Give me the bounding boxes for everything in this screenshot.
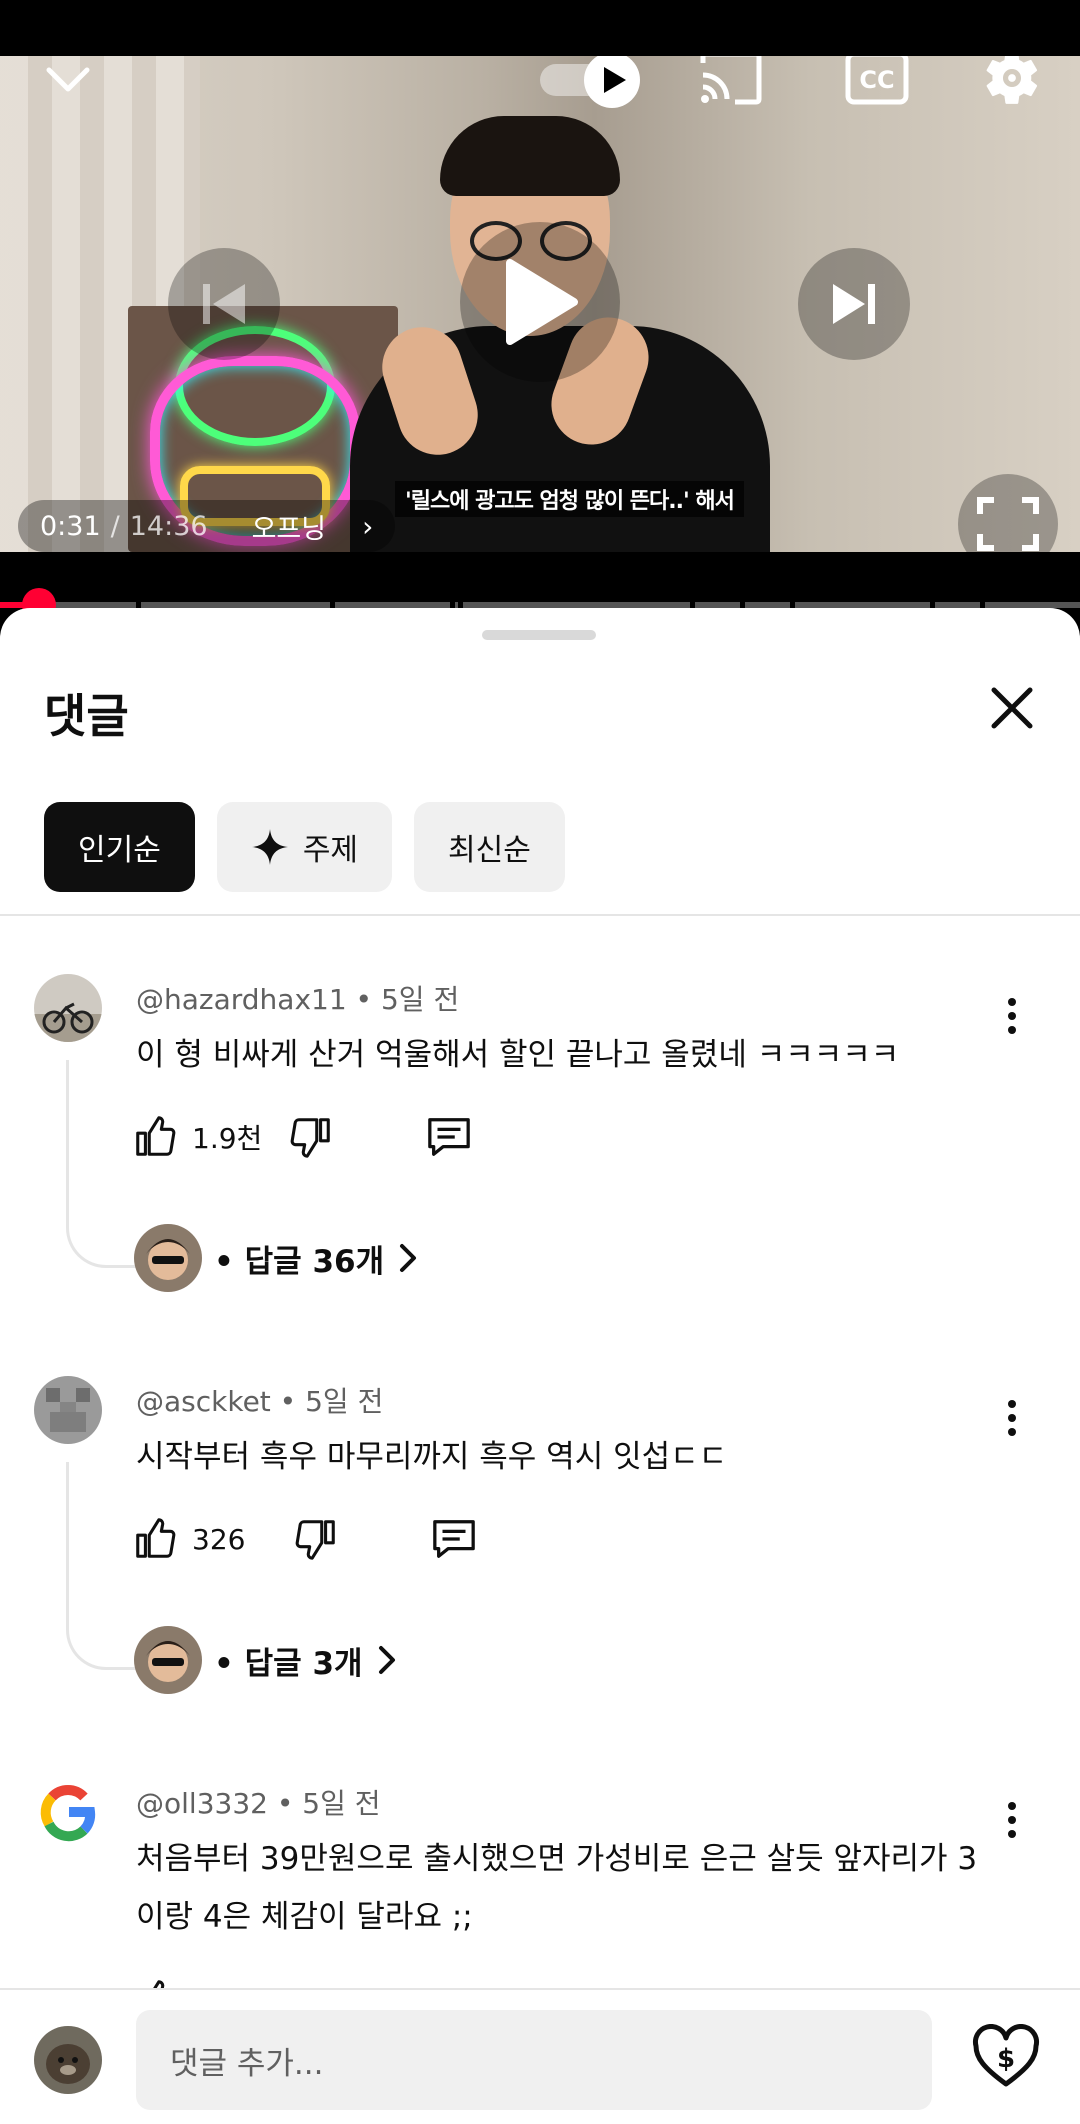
comment-meta: @oll3332 • 5일 전	[136, 1787, 381, 1820]
comment-icon	[433, 1520, 476, 1558]
more-options-button[interactable]	[990, 1790, 1034, 1850]
thumbs-up-icon	[136, 1116, 176, 1156]
time-separator: /	[110, 510, 120, 542]
comment-text: 처음부터 39만원으로 출시했으면 가성비로 은근 살듯 앞자리가 3이랑 4은…	[136, 1841, 978, 1935]
reply-button[interactable]	[429, 1516, 479, 1562]
thumbs-down-icon	[290, 1118, 331, 1158]
chevron-right-icon	[378, 1646, 395, 1674]
comments-sheet: 댓글 인기순 주제 최신순 @hazardhax11 • 5일 전 이 형 비싸…	[0, 608, 1080, 2124]
google-logo-icon	[34, 1778, 102, 1846]
burned-in-subtitle: '릴스에 광고도 엄청 많이 뜬다..' 해서	[395, 481, 744, 517]
commenter-avatar[interactable]	[34, 1376, 102, 1444]
reply-avatar	[134, 1626, 202, 1694]
closed-captions-icon[interactable]: CC	[844, 56, 910, 108]
current-time: 0:31	[40, 510, 101, 542]
fullscreen-icon	[977, 497, 1039, 551]
svg-text:$: $	[997, 2044, 1015, 2074]
divider	[0, 914, 1080, 916]
reply-button[interactable]	[424, 1114, 474, 1160]
fullscreen-button[interactable]	[958, 474, 1058, 552]
thumbs-up-icon	[136, 1518, 176, 1558]
chapter-title: 오프닝	[251, 513, 327, 545]
commenter-avatar[interactable]	[34, 974, 102, 1042]
commenter-avatar[interactable]	[34, 1778, 102, 1846]
comment-text: 시작부터 흑우 마무리까지 흑우 역시 잇섭ㄷㄷ	[136, 1439, 728, 1475]
chapter-chevron-icon: ›	[362, 509, 374, 543]
chip-label: 주제	[302, 833, 359, 868]
autoplay-toggle[interactable]	[540, 56, 640, 112]
comment-text: 이 형 비싸게 산거 억울해서 할인 끝나고 올렸네 ㅋㅋㅋㅋㅋ	[136, 1037, 900, 1073]
video-frame-presenter-hair	[440, 116, 620, 196]
chip-popular[interactable]: 인기순	[44, 802, 195, 892]
like-button[interactable]: 1.9천	[132, 1114, 262, 1160]
chip-label: 최신순	[448, 833, 531, 868]
next-video-button[interactable]	[798, 248, 910, 360]
more-options-button[interactable]	[990, 986, 1034, 1046]
video-player[interactable]: '릴스에 광고도 엄청 많이 뜬다..' 해서 CC	[0, 56, 1080, 552]
reply-avatar	[134, 1224, 202, 1292]
comment-meta: @asckket • 5일 전	[136, 1385, 384, 1418]
chevron-right-icon	[400, 1244, 417, 1272]
user-avatar[interactable]	[34, 2026, 102, 2094]
replies-count-label: • 답글 3개	[214, 1645, 363, 1682]
more-options-button[interactable]	[990, 1388, 1034, 1448]
play-button[interactable]	[460, 222, 620, 382]
sheet-drag-handle[interactable]	[482, 630, 596, 640]
view-replies-button[interactable]: • 답글 3개	[134, 1626, 397, 1694]
chip-newest[interactable]: 최신순	[414, 802, 565, 892]
sheet-title: 댓글	[44, 689, 129, 743]
thumbs-down-icon	[296, 1520, 336, 1560]
chip-topics[interactable]: 주제	[216, 802, 393, 892]
thread-line	[66, 1462, 136, 1670]
chip-label: 인기순	[78, 833, 161, 868]
dislike-button[interactable]	[288, 1114, 334, 1160]
settings-gear-icon[interactable]	[980, 56, 1044, 110]
like-count: 1.9천	[192, 1122, 263, 1155]
add-comment-input[interactable]: 댓글 추가...	[136, 2010, 932, 2110]
close-button[interactable]	[984, 680, 1040, 736]
status-bar	[0, 0, 1080, 56]
view-replies-button[interactable]: • 답글 36개	[134, 1224, 418, 1292]
previous-video-button[interactable]	[168, 248, 280, 360]
heart-dollar-icon: $	[972, 2024, 1040, 2087]
comment-meta: @hazardhax11 • 5일 전	[136, 983, 460, 1016]
like-count: 326	[192, 1522, 246, 1556]
cast-icon[interactable]	[698, 56, 764, 108]
minimize-chevron-icon[interactable]	[40, 56, 96, 108]
sparkle-icon	[251, 829, 288, 865]
svg-text:CC: CC	[859, 66, 894, 94]
comment-actions: 1.9천	[132, 1114, 474, 1160]
like-button[interactable]: 326	[132, 1516, 245, 1562]
comment-actions: 326	[132, 1516, 479, 1562]
duration: 14:36	[129, 510, 208, 542]
comment-composer: 댓글 추가... $	[0, 1988, 1080, 2124]
super-thanks-button[interactable]: $	[972, 2024, 1040, 2092]
time-chapter-pill[interactable]: 0:31 / 14:36 오프닝 ›	[18, 500, 396, 552]
close-icon	[991, 687, 1033, 729]
thread-line	[66, 1060, 136, 1268]
replies-count-label: • 답글 36개	[214, 1243, 385, 1280]
dislike-button[interactable]	[293, 1516, 339, 1562]
sort-chips: 인기순 주제 최신순	[44, 802, 565, 892]
comment-icon	[428, 1118, 471, 1156]
